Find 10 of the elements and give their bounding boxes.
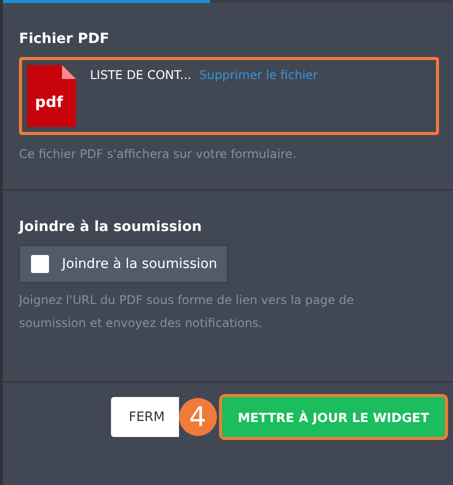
- pdf-file-icon: pdf: [27, 65, 76, 127]
- section-title: Fichier PDF: [19, 31, 110, 47]
- hint-text: Ce fichier PDF s'affichera sur votre formulaire.: [19, 146, 298, 163]
- close-button[interactable]: FERM: [110, 397, 179, 437]
- file-name: LISTE DE CONT...: [90, 68, 192, 82]
- checkbox-square[interactable]: [31, 255, 49, 273]
- step-badge: 4: [178, 398, 217, 436]
- hint-text: Joignez l'URL du PDF sous forme de lien vers la page de soumission et envoyez des notifications.: [19, 292, 355, 332]
- section-title: Joindre à la soumission: [19, 219, 203, 235]
- attach-checkbox[interactable]: Joindre à la soumission: [19, 245, 228, 283]
